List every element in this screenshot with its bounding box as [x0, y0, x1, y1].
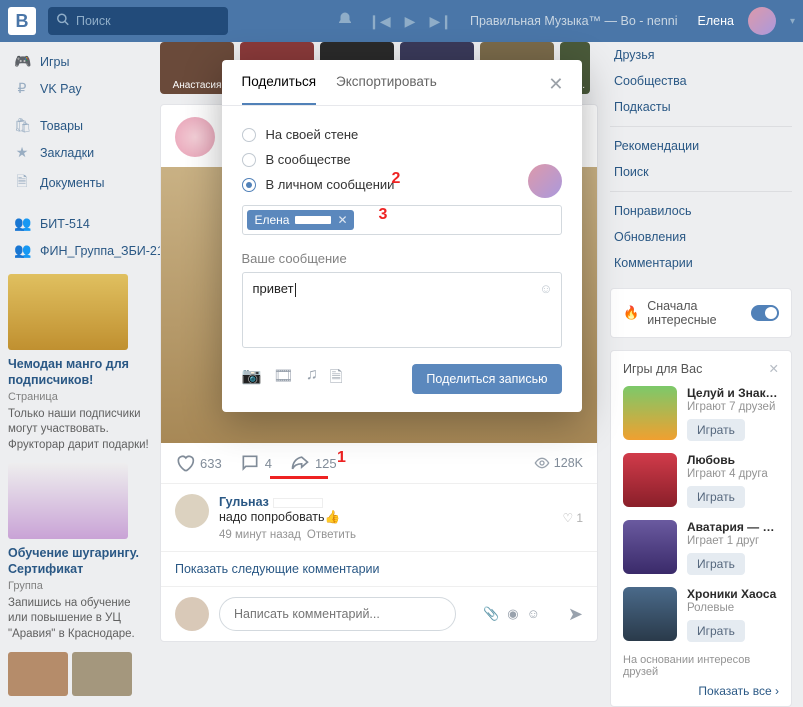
photo-attach-icon[interactable]: 📷 — [242, 366, 262, 393]
share-submit-button[interactable]: Поделиться записью — [412, 364, 561, 394]
radio-community[interactable]: В сообществе — [242, 147, 562, 172]
radio-own-wall[interactable]: На своей стене — [242, 122, 562, 147]
remove-token-icon[interactable]: ✕ — [337, 213, 347, 227]
close-icon[interactable]: ✕ — [548, 74, 563, 95]
message-textarea[interactable]: привет ☺ — [242, 272, 562, 348]
radio-private-msg[interactable]: В личном сообщении 2 — [242, 172, 562, 197]
video-attach-icon[interactable]: 🎞 — [273, 366, 293, 393]
smile-icon[interactable]: ☺ — [539, 281, 552, 296]
games-footer: На основании интересов друзей — [623, 654, 779, 678]
tab-export[interactable]: Экспортировать — [336, 60, 437, 105]
doc-attach-icon[interactable]: 🗎 — [330, 366, 343, 393]
masked-name — [295, 216, 331, 224]
annotation-3: 3 — [379, 206, 388, 224]
tab-share[interactable]: Поделиться — [242, 60, 317, 105]
promo-block[interactable] — [8, 652, 158, 696]
annotation-2: 2 — [392, 170, 401, 188]
audio-attach-icon[interactable]: ♫ — [306, 366, 318, 393]
message-label: Ваше сообщение — [242, 251, 562, 266]
recipient-token[interactable]: Елена ✕ — [247, 210, 354, 230]
thumb — [72, 652, 132, 696]
show-all-games[interactable]: Показать все › — [698, 684, 779, 698]
share-modal: Поделиться Экспортировать ✕ На своей сте… — [222, 60, 582, 412]
thumb — [8, 652, 68, 696]
modal-overlay: Поделиться Экспортировать ✕ На своей сте… — [0, 0, 803, 629]
recipient-field[interactable]: Елена ✕ 3 — [242, 205, 562, 235]
